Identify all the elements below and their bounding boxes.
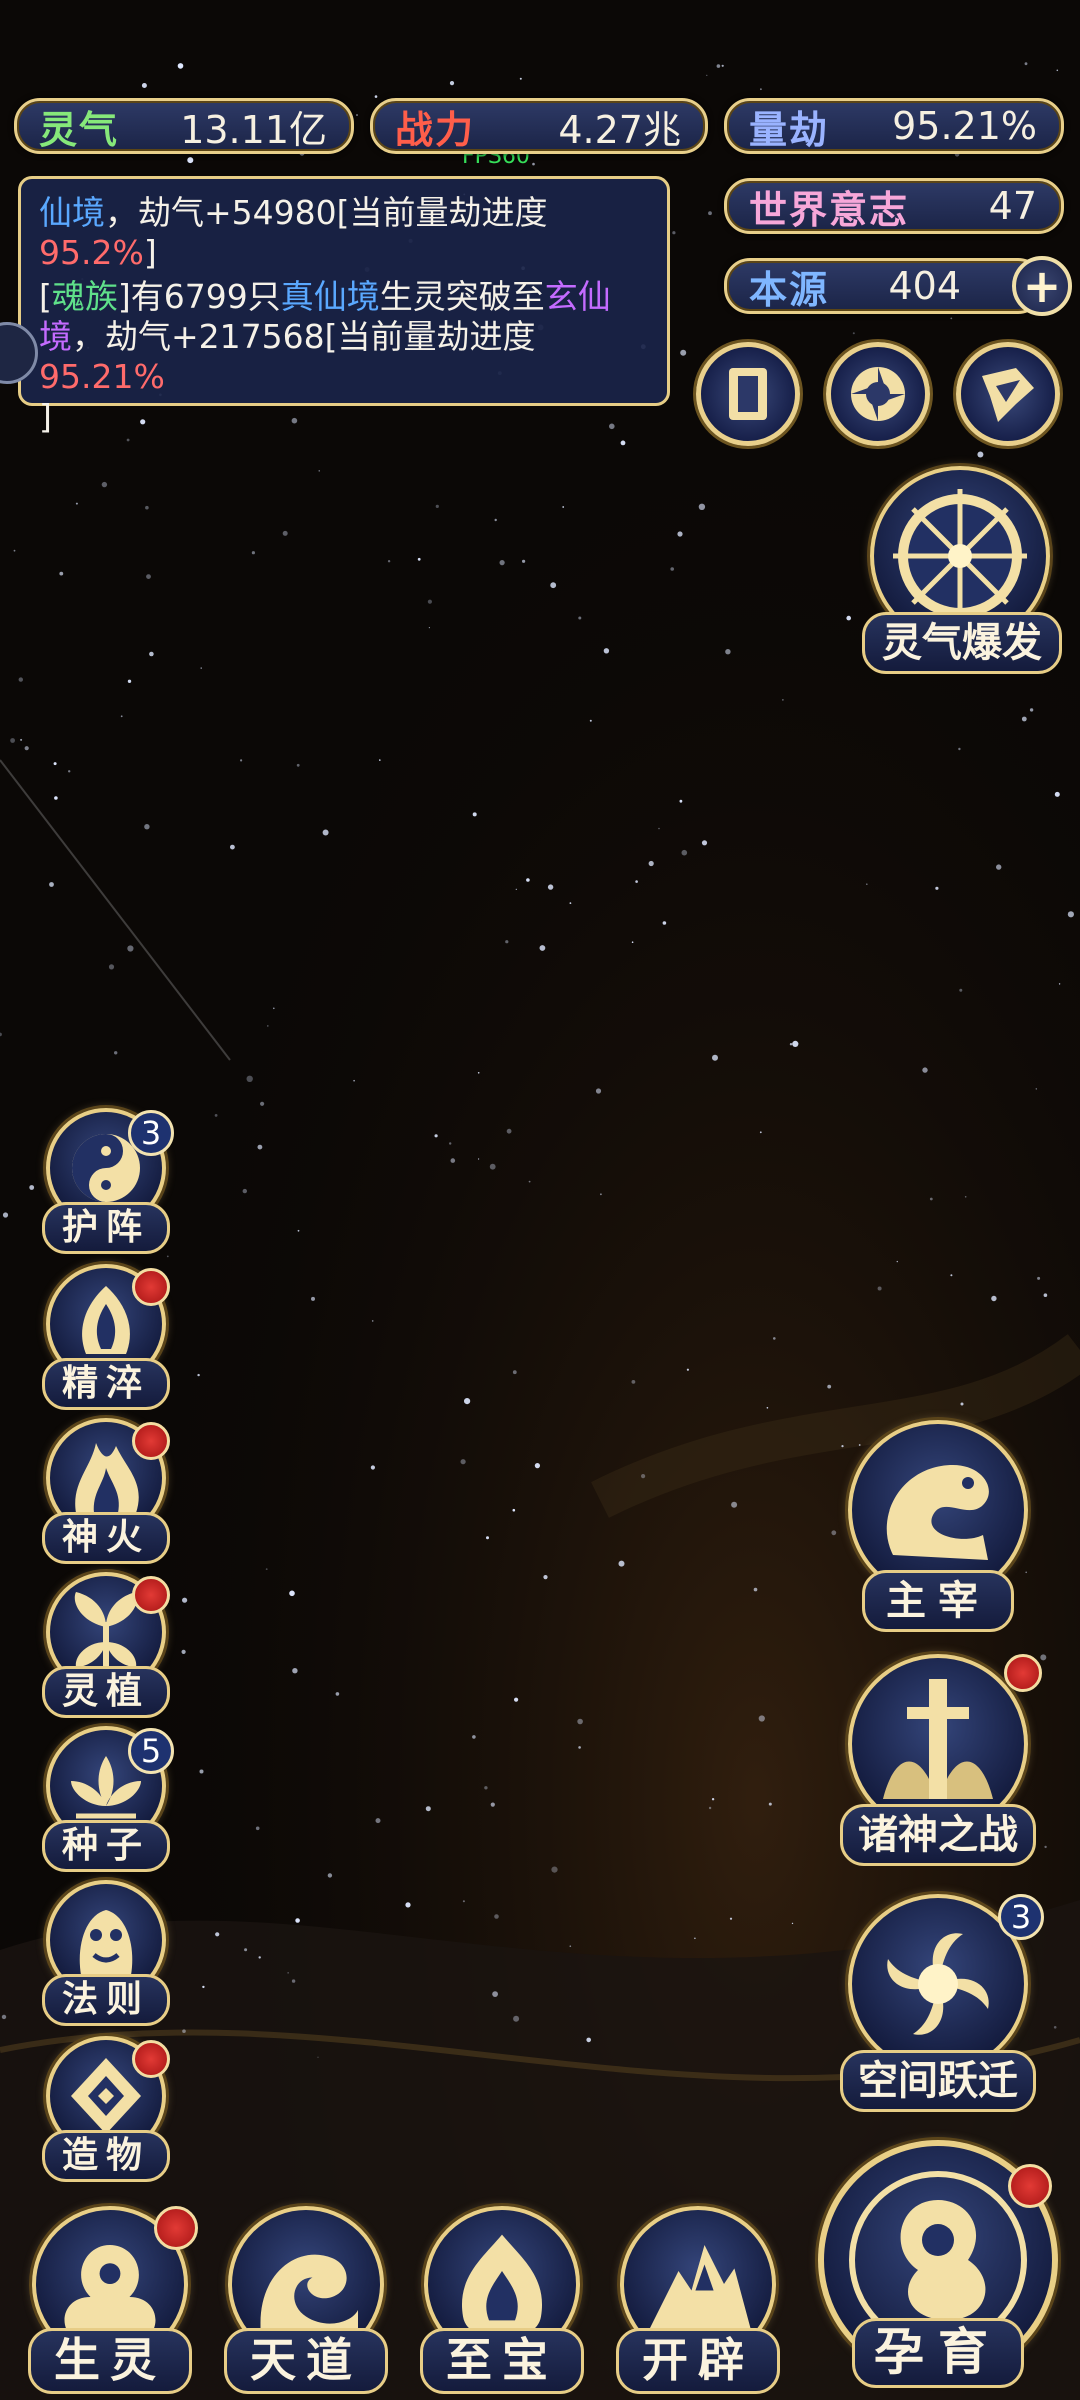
lingqi-burst-button[interactable]: 灵气爆发	[862, 466, 1062, 676]
bottom-nav-label: 天道	[224, 2328, 388, 2394]
log-text: ]	[39, 397, 52, 436]
add-benyuan-button[interactable]: +	[1012, 256, 1072, 316]
count-badge: 3	[128, 1110, 174, 1156]
left-menu-label: 灵植	[42, 1666, 170, 1718]
bottom-nav-label: 至宝	[420, 2328, 584, 2394]
liangjie-bar: 量劫 95.21%	[724, 98, 1064, 154]
master-button[interactable]: 主宰	[838, 1420, 1038, 1634]
log-text: ，劫气+54980[当前量劫进度	[105, 193, 548, 232]
left-menu-label: 种子	[42, 1820, 170, 1872]
left-menu-label: 法则	[42, 1974, 170, 2026]
vortex-button[interactable]	[826, 342, 930, 446]
space-warp-button[interactable]: 3 空间跃迁	[838, 1894, 1044, 2112]
notification-dot	[132, 1268, 170, 1306]
card-icon	[729, 368, 767, 420]
nurture-label: 孕育	[852, 2318, 1024, 2388]
bottom-nav-label: 开辟	[616, 2328, 780, 2394]
benyuan-value: 404	[888, 264, 961, 308]
shijie-label: 世界意志	[749, 187, 910, 232]
log-realm: 玄仙	[544, 277, 611, 316]
flag-button[interactable]	[956, 342, 1060, 446]
count-badge: 5	[128, 1728, 174, 1774]
benyuan-label: 本源	[749, 267, 830, 312]
log-race: 魂族	[51, 277, 118, 316]
log-line: 仙境，劫气+54980[当前量劫进度 95.2%]	[39, 193, 649, 273]
left-menu-item[interactable]: 5 种子	[40, 1726, 180, 1876]
left-menu-item[interactable]: 精淬	[40, 1264, 180, 1414]
log-text: ]有6799只	[117, 277, 281, 316]
benyuan-bar: 本源 404	[724, 258, 1044, 314]
bottom-nav-item[interactable]: 开辟	[610, 2206, 786, 2396]
lingqi-label: 灵气	[39, 107, 120, 152]
shijie-bar: 世界意志 47	[724, 178, 1064, 234]
zhanli-value: 4.27兆	[558, 107, 681, 152]
lingqi-bar: 灵气 13.11亿	[14, 98, 354, 154]
bottom-nav-item[interactable]: 生灵	[22, 2206, 198, 2396]
nurture-notification-dot	[1008, 2164, 1052, 2208]
master-label: 主宰	[862, 1570, 1014, 1632]
left-menu-item[interactable]: 造物	[40, 2036, 180, 2186]
space-warp-label: 空间跃迁	[840, 2050, 1036, 2112]
shijie-value: 47	[988, 184, 1037, 228]
liangjie-value: 95.21%	[892, 104, 1037, 148]
nurture-button[interactable]: 孕育	[812, 2140, 1064, 2396]
space-warp-badge: 3	[998, 1894, 1044, 1940]
left-menu-label: 神火	[42, 1512, 170, 1564]
log-text: 生灵突破至	[379, 277, 545, 316]
vortex-icon	[851, 367, 905, 421]
notification-dot	[154, 2206, 198, 2250]
notification-dot	[132, 2040, 170, 2078]
log-realm: 真仙境	[280, 277, 380, 316]
burst-label: 灵气爆发	[862, 612, 1062, 674]
bottom-nav-item[interactable]: 至宝	[414, 2206, 590, 2396]
log-realm: 仙境	[39, 193, 105, 232]
zhanli-bar: 战力 4.27兆	[370, 98, 708, 154]
flag-icon	[982, 368, 1034, 422]
log-text: [	[39, 277, 52, 316]
card-button[interactable]	[696, 342, 800, 446]
dragon-icon	[886, 1465, 989, 1560]
god-war-button[interactable]: 诸神之战	[838, 1654, 1042, 1868]
log-progress: 95.21%	[39, 357, 165, 396]
left-menu-item[interactable]: 灵植	[40, 1572, 180, 1722]
left-menu-item[interactable]: 神火	[40, 1418, 180, 1568]
log-realm: 境	[39, 317, 72, 356]
sword-icon	[883, 1679, 993, 1799]
liangjie-label: 量劫	[749, 107, 830, 152]
god-war-label: 诸神之战	[840, 1804, 1036, 1866]
starburst-icon	[893, 489, 1027, 623]
bottom-nav-item[interactable]: 天道	[218, 2206, 394, 2396]
log-text: ，劫气+217568[当前量劫进度	[72, 317, 536, 356]
lingqi-value: 13.11亿	[180, 107, 327, 152]
portal-icon	[887, 1933, 989, 2035]
notification-dot	[132, 1422, 170, 1460]
left-menu-item[interactable]: 3 护阵	[40, 1108, 180, 1258]
log-line: [魂族]有6799只真仙境生灵突破至玄仙境，劫气+217568[当前量劫进度95…	[39, 277, 649, 437]
left-menu-label: 造物	[42, 2130, 170, 2182]
left-menu-label: 护阵	[42, 1202, 170, 1254]
notification-dot	[132, 1576, 170, 1614]
zhanli-label: 战力	[395, 107, 476, 152]
log-text: ]	[143, 233, 157, 272]
left-menu-item[interactable]: 法则	[40, 1880, 180, 2030]
left-menu-label: 精淬	[42, 1358, 170, 1410]
event-log: 仙境，劫气+54980[当前量劫进度 95.2%] [魂族]有6799只真仙境生灵…	[18, 176, 670, 436]
bottom-nav-label: 生灵	[28, 2328, 192, 2394]
log-progress: 95.2%	[39, 233, 144, 272]
god-war-notification-dot	[1004, 1654, 1042, 1692]
